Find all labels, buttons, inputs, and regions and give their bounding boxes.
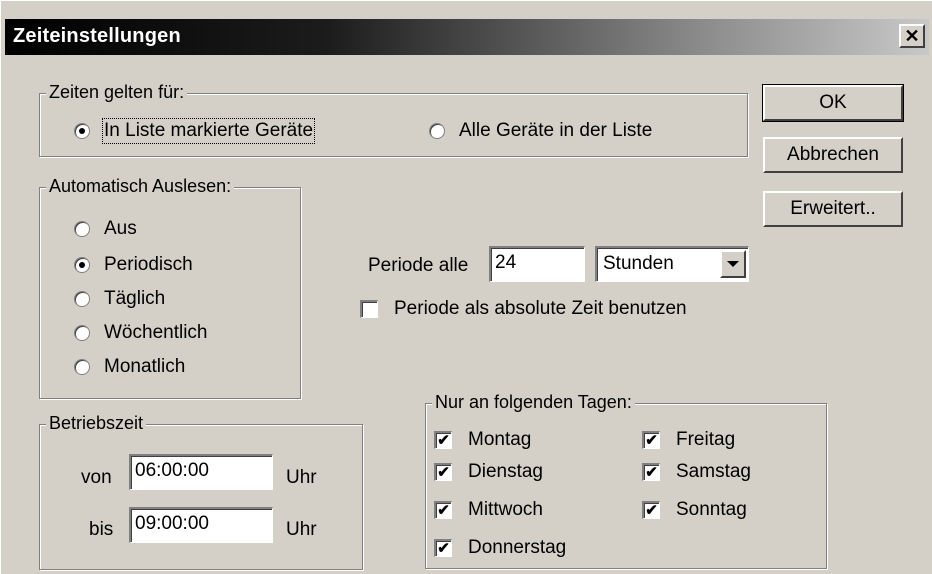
checkmark-icon: ✔: [437, 540, 450, 557]
radio-button-icon: [74, 257, 90, 273]
period-label: Periode alle: [368, 255, 469, 276]
days-group: Nur an folgenden Tagen: ✔ Montag ✔ Diens…: [425, 392, 827, 569]
checkbox-label: Periode als absolute Zeit benutzen: [394, 298, 687, 319]
radio-periodic[interactable]: Periodisch: [74, 254, 193, 276]
radio-off[interactable]: Aus: [74, 218, 137, 240]
to-time-input[interactable]: 09:00:00: [129, 507, 273, 543]
checkbox-label: Donnerstag: [468, 537, 567, 558]
radio-button-icon: [74, 123, 90, 139]
checkbox-label: Mittwoch: [468, 499, 543, 520]
radio-all-devices[interactable]: Alle Geräte in der Liste: [429, 120, 652, 142]
radio-weekly[interactable]: Wöchentlich: [74, 322, 208, 344]
radio-label: In Liste markierte Geräte: [101, 118, 316, 144]
radio-label: Monatlich: [104, 356, 186, 377]
close-icon: ✕: [904, 26, 920, 46]
to-label: bis: [89, 519, 114, 540]
checkmark-icon: ✔: [645, 432, 658, 449]
checkbox-icon: ✔: [434, 431, 452, 449]
checkbox-icon: [360, 300, 378, 318]
from-label: von: [81, 467, 112, 488]
absolute-time-checkbox[interactable]: Periode als absolute Zeit benutzen: [360, 298, 687, 320]
radio-button-icon: [74, 325, 90, 341]
radio-daily[interactable]: Täglich: [74, 288, 165, 310]
period-value-input[interactable]: 24: [489, 246, 585, 282]
checkbox-friday[interactable]: ✔ Freitag: [642, 429, 735, 451]
checkbox-icon: ✔: [434, 463, 452, 481]
from-time-input[interactable]: 06:00:00: [129, 454, 273, 490]
checkbox-sunday[interactable]: ✔ Sonntag: [642, 499, 747, 521]
radio-selected-dot: [79, 128, 85, 134]
checkbox-wednesday[interactable]: ✔ Mittwoch: [434, 499, 543, 521]
dialog-window: Zeiteinstellungen ✕ Zeiten gelten für: I…: [0, 0, 932, 574]
radio-marked-devices[interactable]: In Liste markierte Geräte: [74, 118, 316, 144]
apply-to-legend: Zeiten gelten für:: [46, 82, 188, 103]
ok-button[interactable]: OK: [763, 85, 903, 121]
radio-label: Periodisch: [104, 254, 193, 275]
period-unit-value: Stunden: [603, 253, 674, 274]
apply-to-group: Zeiten gelten für: In Liste markierte Ge…: [39, 82, 748, 157]
checkbox-tuesday[interactable]: ✔ Dienstag: [434, 461, 543, 483]
radio-button-icon: [74, 221, 90, 237]
radio-label: Wöchentlich: [104, 322, 208, 343]
checkmark-icon: ✔: [437, 432, 450, 449]
radio-button-icon: [74, 291, 90, 307]
checkmark-icon: ✔: [645, 502, 658, 519]
checkbox-icon: ✔: [642, 463, 660, 481]
period-unit-select[interactable]: Stunden: [595, 246, 749, 282]
radio-monthly[interactable]: Monatlich: [74, 356, 185, 378]
extended-button[interactable]: Erweitert..: [763, 191, 903, 227]
checkbox-icon: ✔: [434, 501, 452, 519]
title-bar[interactable]: Zeiteinstellungen ✕: [5, 19, 929, 55]
window-title: Zeiteinstellungen: [13, 25, 181, 47]
cancel-button[interactable]: Abbrechen: [763, 137, 903, 173]
checkbox-label: Montag: [468, 429, 532, 450]
radio-selected-dot: [79, 262, 85, 268]
checkbox-label: Dienstag: [468, 461, 543, 482]
days-legend: Nur an folgenden Tagen:: [432, 392, 635, 413]
operating-time-legend: Betriebszeit: [46, 413, 147, 434]
radio-label: Aus: [104, 218, 137, 239]
checkmark-icon: ✔: [437, 502, 450, 519]
radio-button-icon: [74, 359, 90, 375]
dropdown-arrow-button[interactable]: [720, 250, 746, 278]
auto-read-group: Automatisch Auslesen: Aus Periodisch Täg…: [39, 176, 301, 399]
checkbox-saturday[interactable]: ✔ Samstag: [642, 461, 751, 483]
checkbox-thursday[interactable]: ✔ Donnerstag: [434, 537, 566, 559]
checkbox-label: Freitag: [676, 429, 736, 450]
checkbox-label: Samstag: [676, 461, 751, 482]
operating-time-group: Betriebszeit von 06:00:00 Uhr bis 09:00:…: [39, 413, 363, 570]
checkbox-icon: ✔: [434, 539, 452, 557]
from-unit-label: Uhr: [286, 467, 317, 488]
checkmark-icon: ✔: [645, 464, 658, 481]
chevron-down-icon: [727, 261, 739, 267]
radio-label: Täglich: [104, 288, 166, 309]
close-button[interactable]: ✕: [899, 24, 925, 48]
checkbox-label: Sonntag: [676, 499, 747, 520]
radio-label: Alle Geräte in der Liste: [459, 120, 653, 141]
checkmark-icon: ✔: [437, 464, 450, 481]
checkbox-monday[interactable]: ✔ Montag: [434, 429, 531, 451]
radio-button-icon: [429, 123, 445, 139]
auto-read-legend: Automatisch Auslesen:: [46, 176, 235, 197]
checkbox-icon: ✔: [642, 501, 660, 519]
checkbox-icon: ✔: [642, 431, 660, 449]
to-unit-label: Uhr: [286, 519, 317, 540]
